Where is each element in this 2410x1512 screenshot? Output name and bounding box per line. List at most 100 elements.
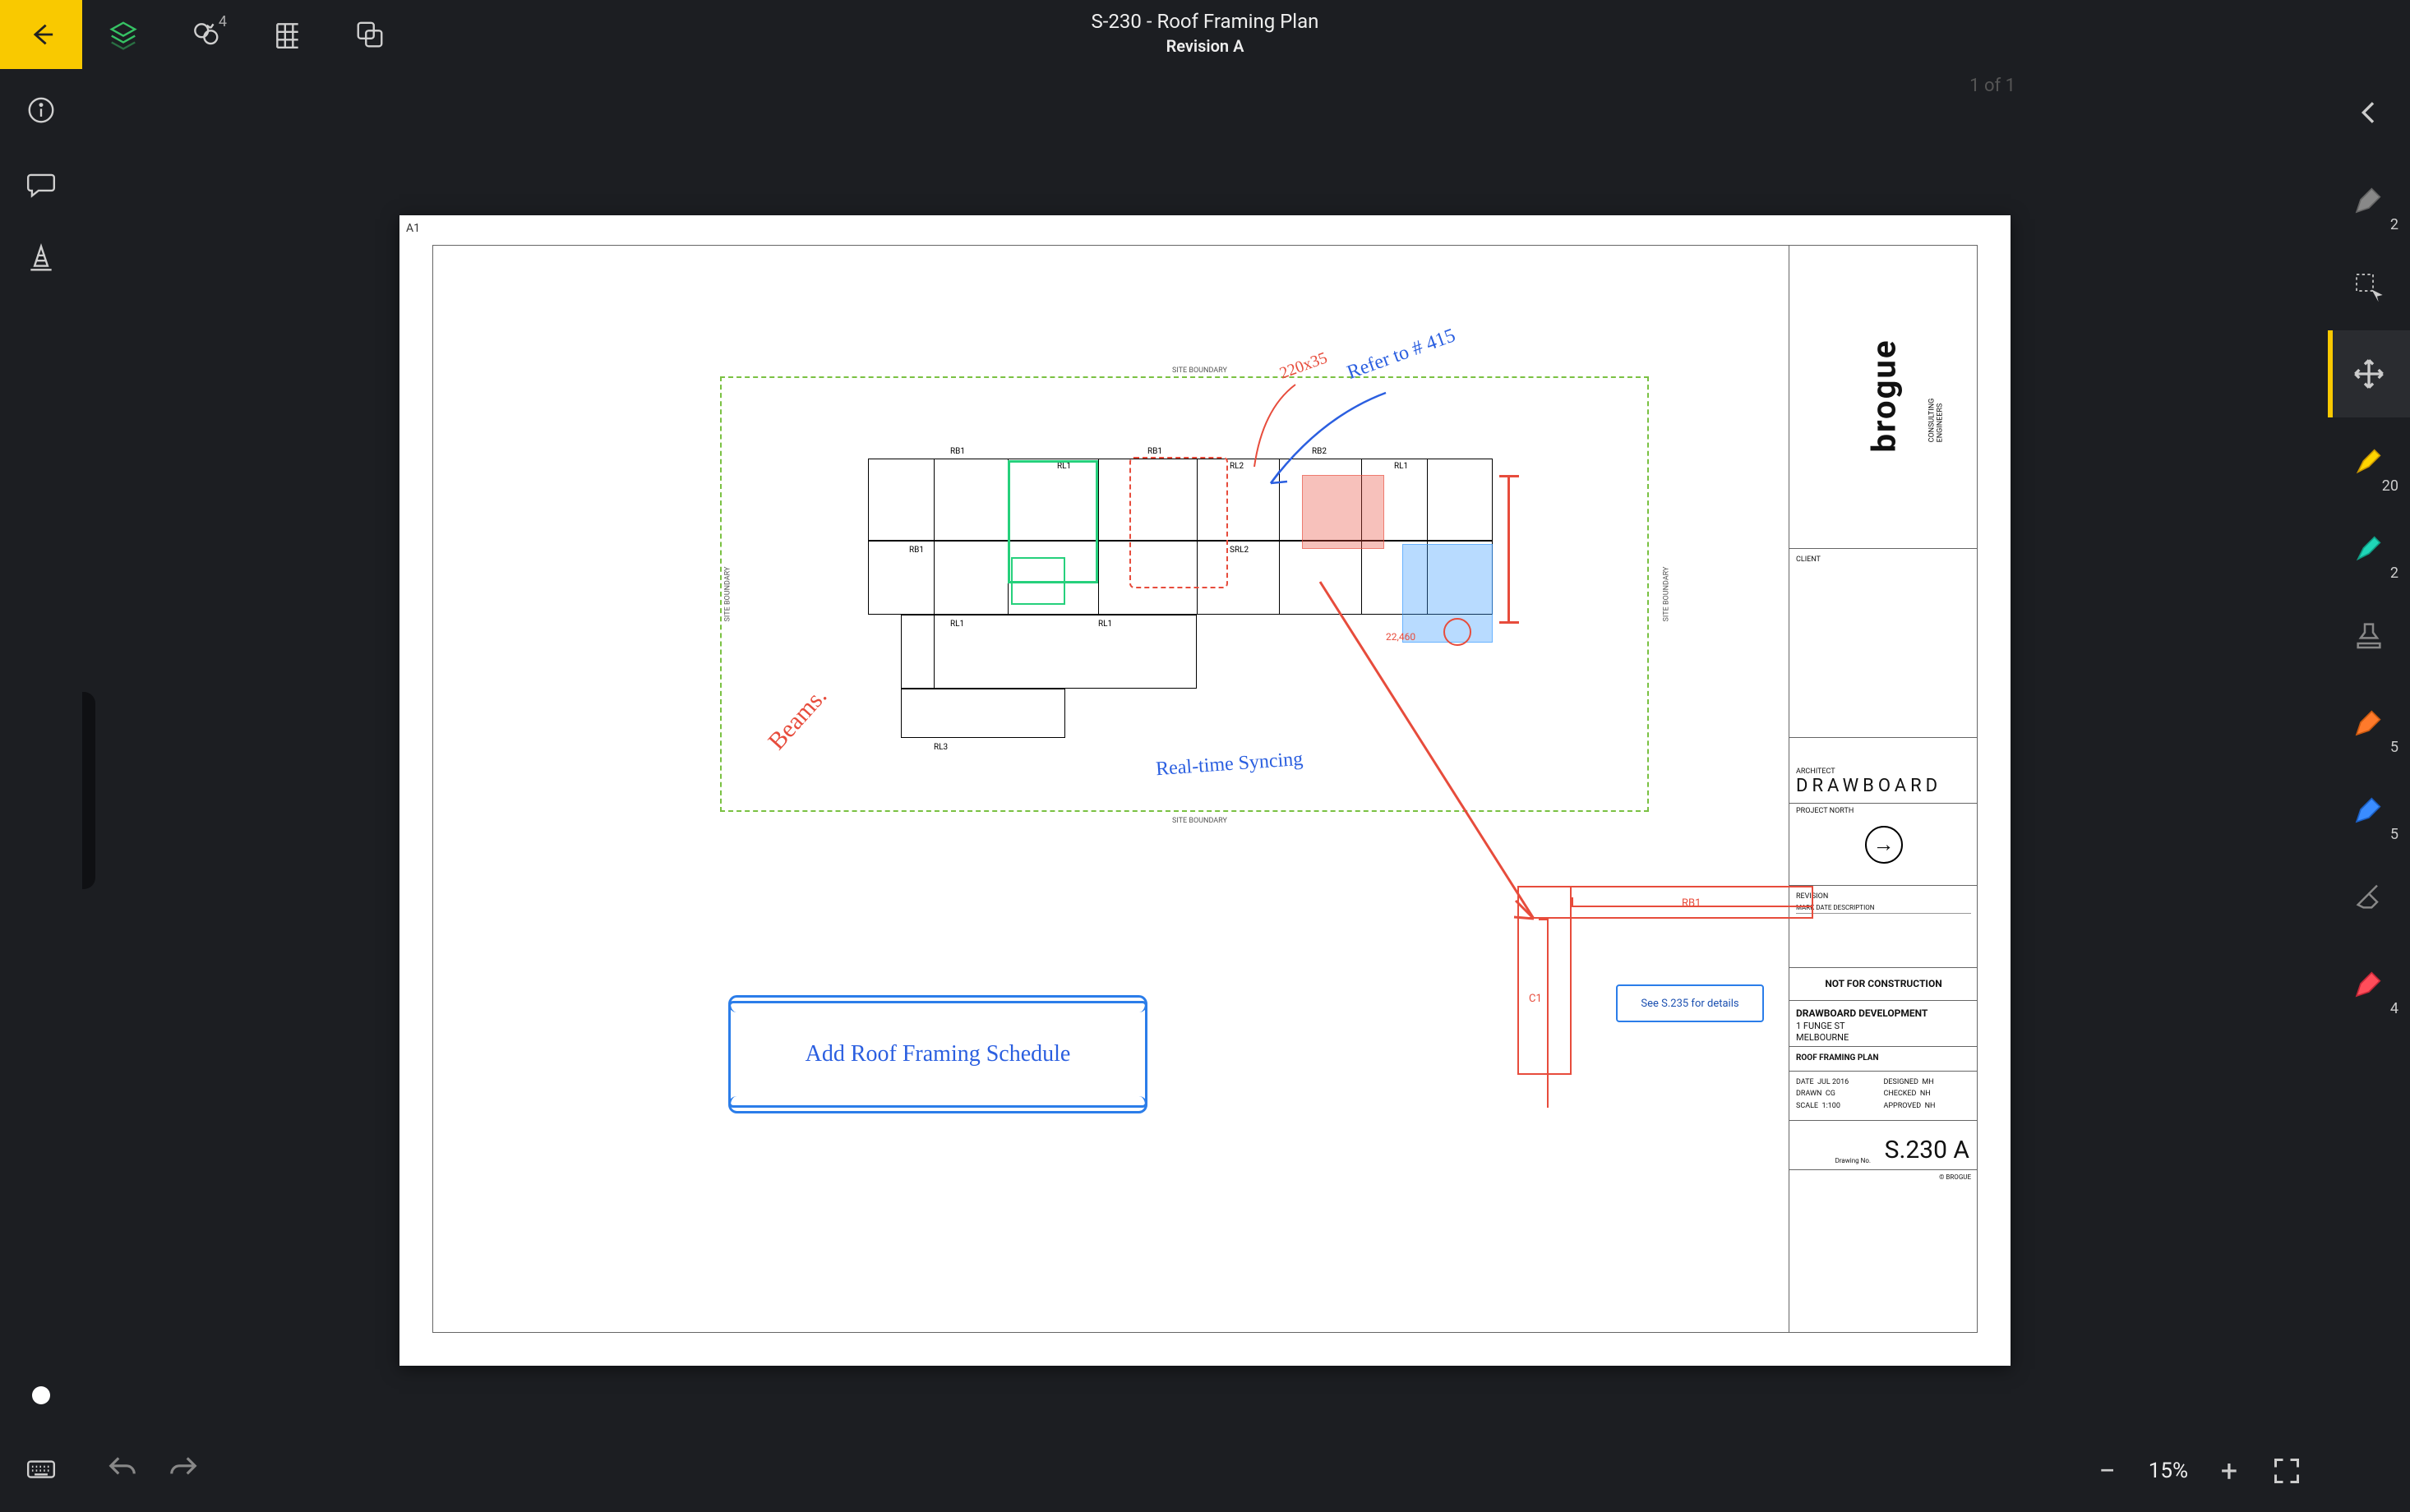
compare-icon <box>354 19 386 50</box>
expand-icon <box>2272 1456 2302 1486</box>
meta-chk-l: CHECKED <box>1884 1090 1917 1098</box>
north-arrow-icon: → <box>1865 826 1903 864</box>
page-indicator: 1 of 1 <box>1969 76 2015 96</box>
zoom-fit-button[interactable] <box>2270 1454 2303 1487</box>
info-button[interactable] <box>23 92 59 128</box>
project-name: DRAWBOARD DEVELOPMENT <box>1796 1007 1971 1021</box>
eraser-tool[interactable] <box>2328 853 2410 940</box>
beam-label: RL3 <box>934 743 948 752</box>
comments-button[interactable] <box>23 166 59 202</box>
dot-icon <box>32 1386 50 1404</box>
issues-count: 4 <box>219 13 227 30</box>
revision-label: REVISION <box>1796 892 1971 901</box>
markup-red-dim-cap <box>1499 475 1519 477</box>
zoom-out-button[interactable]: − <box>2091 1454 2124 1487</box>
undo-redo-group <box>107 1453 199 1487</box>
firm-logo: brogue <box>1864 339 1903 453</box>
layers-icon <box>108 19 139 50</box>
markup-blue-arrow <box>1254 385 1435 508</box>
pen-icon <box>2352 183 2385 216</box>
meta-drawn-v: CG <box>1826 1090 1835 1098</box>
drawing-title: ROOF FRAMING PLAN <box>1789 1047 1978 1072</box>
zoom-value: 15% <box>2149 1459 2188 1483</box>
pan-tool[interactable] <box>2328 330 2410 417</box>
annotation-callout[interactable]: See S.235 for details <box>1616 984 1764 1022</box>
layers-button[interactable] <box>82 0 164 69</box>
pen-icon <box>2352 706 2385 739</box>
architect-label: ARCHITECT <box>1796 768 1971 776</box>
back-button[interactable] <box>0 0 82 69</box>
meta-appr-v: NH <box>1925 1102 1936 1110</box>
collapse-toolbar-button[interactable] <box>2328 69 2410 156</box>
punch-button[interactable] <box>23 240 59 276</box>
beam-label: RB1 <box>909 546 924 555</box>
zoom-controls: − 15% + <box>2091 1454 2303 1487</box>
plan-area: SITE BOUNDARY SITE BOUNDARY SITE BOUNDAR… <box>432 245 1789 1333</box>
cone-icon <box>25 242 57 274</box>
boundary-label-top: SITE BOUNDARY <box>1172 366 1227 375</box>
comment-icon <box>25 168 57 200</box>
beam-label: RL1 <box>1098 620 1112 629</box>
copyright: © BROGUE <box>1789 1170 1978 1187</box>
project-addr1: 1 FUNGE ST <box>1796 1021 1971 1032</box>
annotation-cloud-note[interactable]: Add Roof Framing Schedule <box>728 1001 1147 1108</box>
stamp-icon <box>2352 619 2385 652</box>
meta-appr-l: APPROVED <box>1884 1102 1922 1110</box>
document-title-block: S-230 - Roof Framing Plan Revision A <box>1092 10 1319 56</box>
undo-button[interactable] <box>107 1453 138 1487</box>
boundary-label-right: SITE BOUNDARY <box>1662 567 1670 622</box>
highlighter-teal[interactable]: 2 <box>2328 505 2410 592</box>
client-label: CLIENT <box>1796 555 1971 564</box>
chevron-left-icon <box>2352 96 2385 129</box>
canvas-area[interactable]: 1 of 1 A1 brogue CONSULTING ENGINEERS CL… <box>82 69 2328 1512</box>
select-icon <box>2352 270 2385 303</box>
issues-button[interactable]: 4 <box>164 0 247 69</box>
pen-tool-grey[interactable]: 2 <box>2328 156 2410 243</box>
boundary-label-bottom: SITE BOUNDARY <box>1172 817 1227 825</box>
meta-des-v: MH <box>1922 1078 1933 1086</box>
beam-label: RL1 <box>950 620 964 629</box>
left-sidebar <box>0 69 82 1512</box>
pen-tool-blue[interactable]: 5 <box>2328 766 2410 853</box>
pen-icon <box>2352 967 2385 1000</box>
keyboard-button[interactable] <box>23 1451 59 1487</box>
architect-logo: DRAWBOARD <box>1796 776 1971 796</box>
grid-button[interactable] <box>247 0 329 69</box>
pen-icon <box>2352 793 2385 826</box>
sheet-size-label: A1 <box>406 222 420 235</box>
sheet-label: Drawing No. <box>1835 1157 1871 1164</box>
firm-subtitle: CONSULTING ENGINEERS <box>1929 375 1946 443</box>
north-label: PROJECT NORTH <box>1796 807 1854 815</box>
markup-red-arrow[interactable] <box>1435 574 1437 919</box>
highlighter-icon <box>2352 445 2385 477</box>
stamp-tool[interactable] <box>2328 592 2410 679</box>
document-revision: Revision A <box>1092 36 1319 56</box>
edge-pull-handle[interactable] <box>82 692 95 889</box>
eraser-icon <box>2352 880 2385 913</box>
beam-label: RL2 <box>1230 462 1244 471</box>
pen-tool-red[interactable]: 4 <box>2328 940 2410 1027</box>
meta-scale-v: 1:100 <box>1822 1102 1840 1110</box>
info-icon <box>25 94 57 126</box>
redo-icon <box>168 1453 199 1484</box>
color-indicator[interactable] <box>23 1377 59 1413</box>
top-bar: 4 S-230 - Roof Framing Plan Revision A <box>0 0 2410 69</box>
pen-red-count: 4 <box>2390 1000 2398 1017</box>
select-tool[interactable] <box>2328 243 2410 330</box>
redo-button[interactable] <box>168 1453 199 1487</box>
beam-label: RL1 <box>1057 462 1071 471</box>
drawing-page[interactable]: A1 brogue CONSULTING ENGINEERS CLIENT AR… <box>399 215 2011 1366</box>
zoom-in-button[interactable]: + <box>2213 1454 2246 1487</box>
annotation-refer[interactable]: Refer to # 415 <box>1345 325 1459 385</box>
compare-button[interactable] <box>329 0 411 69</box>
highlighter-yellow[interactable]: 20 <box>2328 417 2410 505</box>
pen-grey-count: 2 <box>2390 216 2398 233</box>
pen-tool-orange[interactable]: 5 <box>2328 679 2410 766</box>
detail-c1-label: C1 <box>1529 993 1542 1005</box>
issues-icon <box>190 19 221 50</box>
meta-date-v: JUL 2016 <box>1817 1078 1849 1086</box>
highlight-yellow-count: 20 <box>2382 477 2398 495</box>
meta-chk-v: NH <box>1920 1090 1931 1098</box>
keyboard-icon <box>25 1454 57 1485</box>
highlighter-icon <box>2352 532 2385 565</box>
